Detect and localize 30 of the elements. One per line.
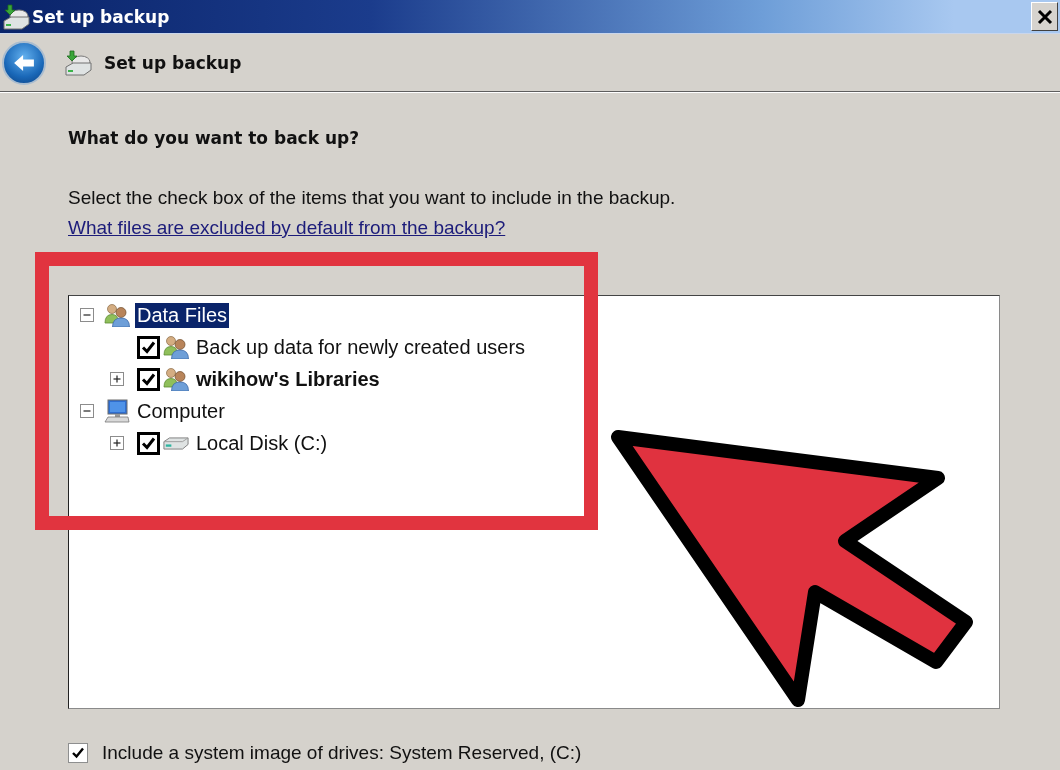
tree-item[interactable]: wikihow's Libraries <box>194 366 382 392</box>
window-title: Set up backup <box>32 6 170 27</box>
checkbox[interactable] <box>137 335 160 359</box>
collapse-icon[interactable] <box>80 404 94 418</box>
system-image-label: Include a system image of drives: System Reserved, (C:) <box>102 742 582 764</box>
close-button[interactable] <box>1031 2 1058 31</box>
left-arrow-icon <box>13 53 35 72</box>
tree-item[interactable]: Data Files <box>135 302 230 328</box>
checkbox[interactable] <box>137 367 160 391</box>
drive-arrow-icon <box>64 49 92 76</box>
close-icon <box>1036 8 1053 25</box>
page-title: Set up backup <box>104 52 242 73</box>
expand-icon[interactable] <box>110 372 124 386</box>
users-icon <box>163 367 189 391</box>
checkbox[interactable] <box>137 431 160 455</box>
back-button[interactable] <box>2 40 46 85</box>
section-heading: What do you want to back up? <box>68 127 360 149</box>
tree-item[interactable]: Back up data for newly created users <box>194 334 528 360</box>
drive-arrow-icon <box>2 3 30 30</box>
instructions-text: Select the check box of the items that you want to include in the backup. What files are excluded by default from the backup? <box>68 186 677 240</box>
tree-item[interactable]: Local Disk (C:) <box>194 430 330 456</box>
checkbox[interactable] <box>68 743 88 763</box>
drive-icon <box>163 436 189 450</box>
computer-icon <box>104 399 130 423</box>
tree-item[interactable]: Computer <box>135 398 227 424</box>
collapse-icon[interactable] <box>80 308 94 322</box>
users-icon <box>104 303 130 327</box>
users-icon <box>163 335 189 359</box>
excluded-files-link[interactable]: What files are excluded by default from the backup? <box>68 217 506 238</box>
expand-icon[interactable] <box>110 436 124 450</box>
